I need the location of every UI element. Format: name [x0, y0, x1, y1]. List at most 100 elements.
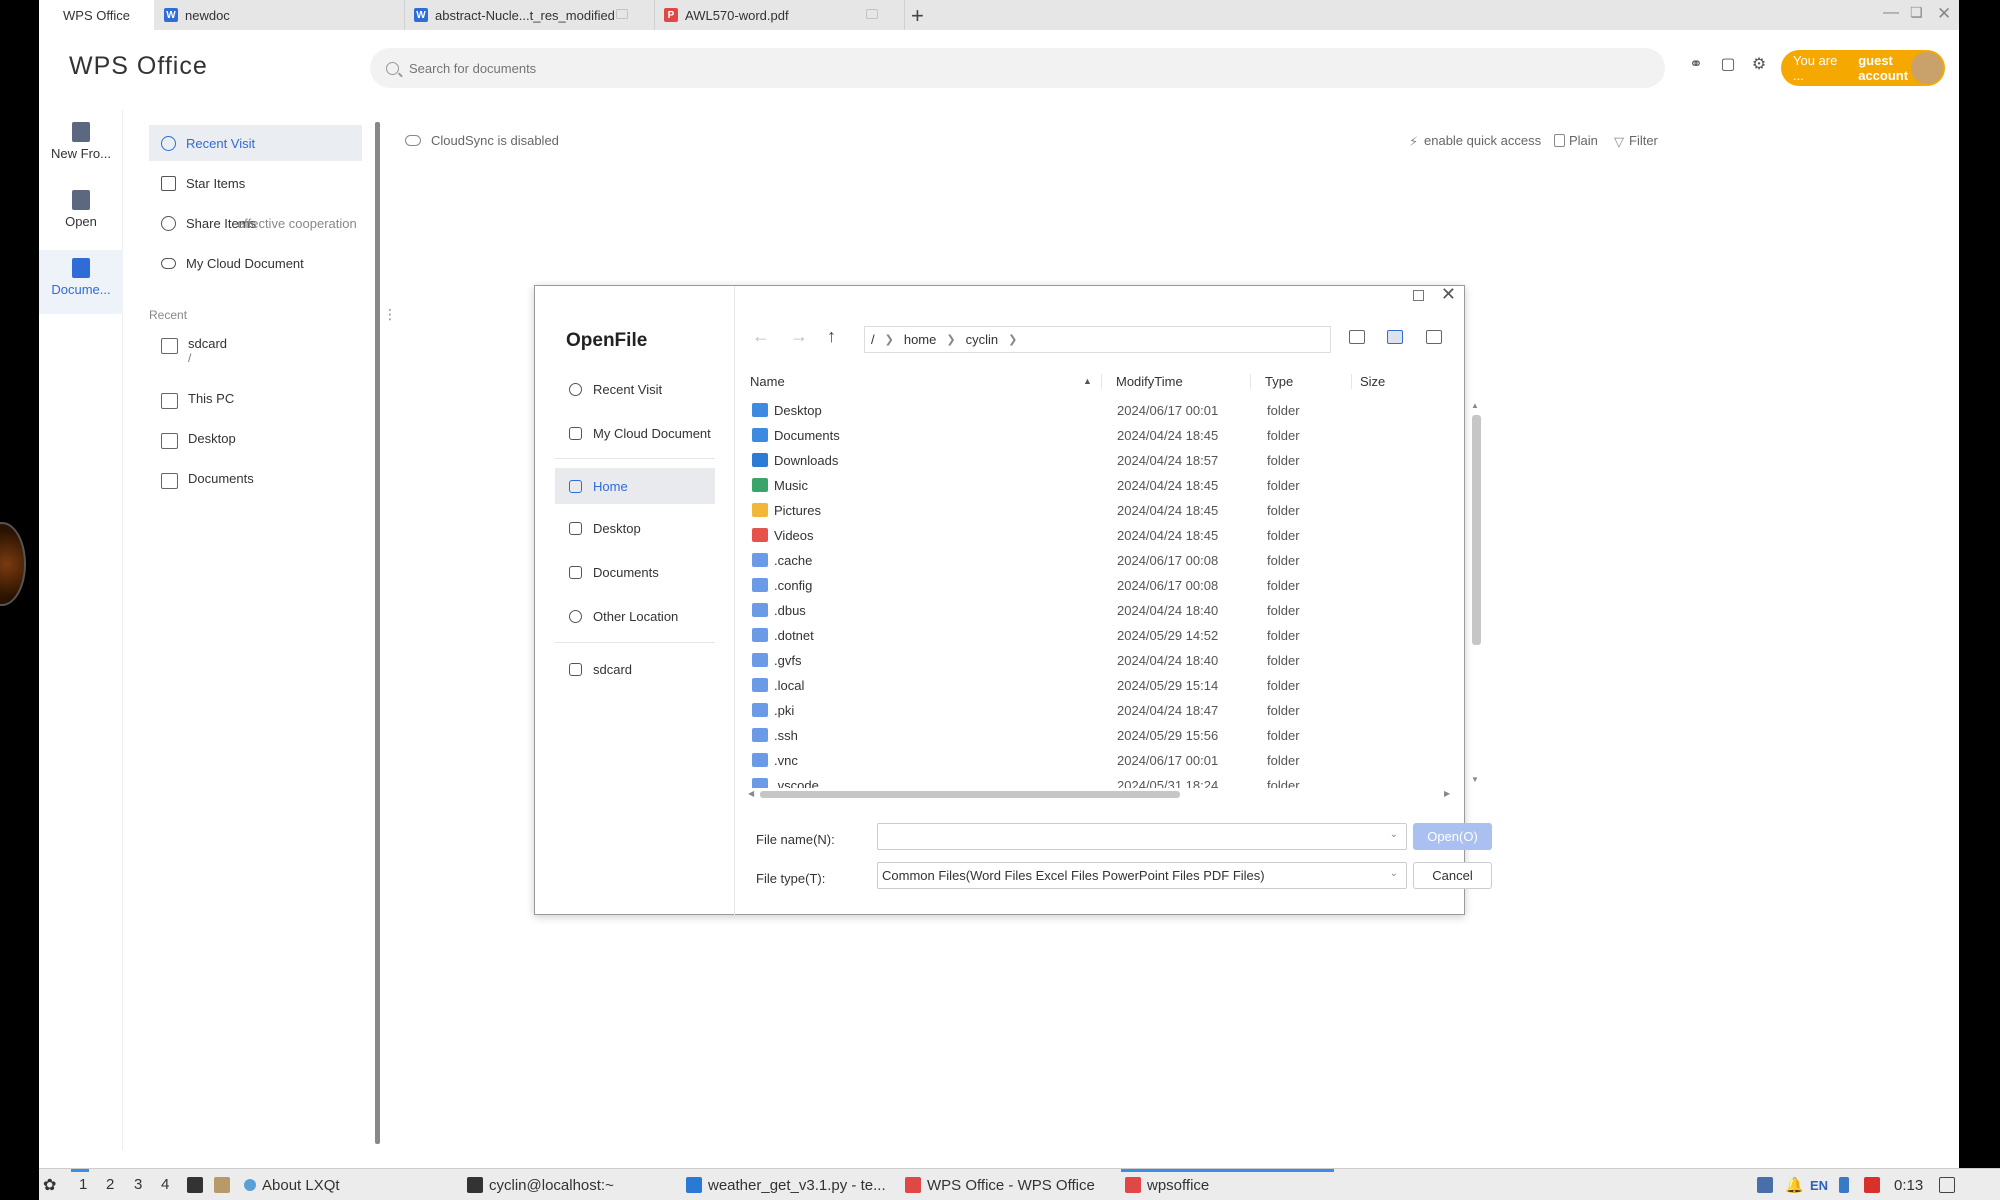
recent-documents[interactable]: Documents — [161, 471, 254, 489]
grid-view-icon[interactable] — [1426, 330, 1442, 344]
files-launcher-icon[interactable] — [214, 1169, 236, 1200]
workspace-2[interactable]: 2 — [106, 1169, 114, 1200]
path-segment[interactable]: home — [904, 332, 937, 347]
col-time[interactable]: ModifyTime — [1101, 374, 1249, 389]
task-wps-office[interactable]: WPS Office - WPS Office — [905, 1169, 1145, 1200]
list-view-icon[interactable] — [1387, 330, 1403, 344]
dlg-side-sdcard[interactable]: sdcard — [555, 651, 715, 687]
file-row[interactable]: .pki 2024/04/24 18:47 folder — [748, 698, 1438, 723]
col-type[interactable]: Type — [1250, 374, 1350, 389]
file-row[interactable]: .config 2024/06/17 00:08 folder — [748, 573, 1438, 598]
rail-documents[interactable]: Docume... — [39, 250, 123, 314]
recent-this-pc[interactable]: This PC — [161, 391, 234, 409]
notification-icon[interactable]: 🔔 — [1785, 1169, 1804, 1200]
tab-wps-office[interactable]: WPS Office — [39, 0, 154, 30]
col-size[interactable]: Size — [1351, 374, 1441, 389]
tab-abstract[interactable]: W abstract-Nucle...t_res_modified — [404, 0, 654, 30]
file-row[interactable]: .vscode 2024/05/31 18:24 folder — [748, 773, 1438, 788]
scroll-down-icon[interactable]: ▼ — [1471, 775, 1479, 784]
network-icon[interactable] — [1757, 1169, 1779, 1200]
new-folder-icon[interactable] — [1349, 330, 1365, 344]
task-about-lxqt[interactable]: About LXQt — [244, 1169, 494, 1200]
show-desktop-icon[interactable] — [1939, 1169, 1961, 1200]
terminal-launcher-icon[interactable] — [187, 1169, 209, 1200]
scroll-up-icon[interactable]: ▲ — [1471, 401, 1479, 410]
cancel-button[interactable]: Cancel — [1413, 862, 1492, 889]
usb-icon[interactable] — [1839, 1169, 1855, 1200]
open-button[interactable]: Open(O) — [1413, 823, 1492, 850]
col-name[interactable]: Name — [748, 374, 785, 389]
file-type-select[interactable]: Common Files(Word Files Excel Files Powe… — [877, 862, 1407, 889]
workspace-4[interactable]: 4 — [161, 1169, 169, 1200]
dlg-side-recent-visit[interactable]: Recent Visit — [555, 371, 715, 407]
recent-sdcard[interactable]: sdcard / — [161, 336, 227, 365]
avatar[interactable] — [1909, 50, 1945, 86]
file-row[interactable]: .dotnet 2024/05/29 14:52 folder — [748, 623, 1438, 648]
rail-open[interactable]: Open — [39, 190, 123, 246]
nav-share-items[interactable]: Share Items effective cooperation — [149, 205, 362, 241]
close-icon[interactable]: ✕ — [1441, 284, 1456, 305]
new-tab-button[interactable]: + — [911, 3, 924, 29]
chevron-down-icon[interactable]: ⌄ — [1390, 829, 1398, 840]
file-row[interactable]: Desktop 2024/06/17 00:01 folder — [748, 398, 1438, 423]
support-icon[interactable]: ⚭ — [1687, 56, 1705, 74]
nav-star-items[interactable]: Star Items — [149, 165, 362, 201]
file-row[interactable]: .ssh 2024/05/29 15:56 folder — [748, 723, 1438, 748]
keyboard-layout[interactable]: EN — [1810, 1169, 1828, 1200]
up-icon[interactable]: ↑ — [827, 326, 836, 347]
task-wpsoffice[interactable]: wpsoffice — [1125, 1169, 1325, 1200]
task-terminal[interactable]: cyclin@localhost:~ — [467, 1169, 707, 1200]
scroll-thumb[interactable] — [1472, 415, 1481, 645]
rail-new-from[interactable]: New Fro... — [39, 122, 123, 178]
file-row[interactable]: .cache 2024/06/17 00:08 folder — [748, 548, 1438, 573]
file-row[interactable]: Videos 2024/04/24 18:45 folder — [748, 523, 1438, 548]
scroll-left-icon[interactable]: ◀ — [748, 789, 754, 798]
tab-pdf[interactable]: P AWL570-word.pdf — [654, 0, 904, 30]
battery-alert-icon[interactable] — [1864, 1169, 1886, 1200]
close-icon[interactable]: ✕ — [1937, 4, 1951, 24]
file-row[interactable]: Downloads 2024/04/24 18:57 folder — [748, 448, 1438, 473]
plain-view-button[interactable]: Plain — [1554, 133, 1598, 148]
maximize-icon[interactable] — [1413, 290, 1424, 301]
file-row[interactable]: .gvfs 2024/04/24 18:40 folder — [748, 648, 1438, 673]
dlg-side-my-cloud[interactable]: My Cloud Document — [555, 415, 715, 451]
dlg-side-desktop[interactable]: Desktop — [555, 510, 715, 546]
scroll-thumb[interactable] — [760, 791, 1180, 798]
file-row[interactable]: .dbus 2024/04/24 18:40 folder — [748, 598, 1438, 623]
file-row[interactable]: .local 2024/05/29 15:14 folder — [748, 673, 1438, 698]
file-row[interactable]: .vnc 2024/06/17 00:01 folder — [748, 748, 1438, 773]
clock[interactable]: 0:13 — [1894, 1169, 1923, 1200]
nav-recent-visit[interactable]: Recent Visit — [149, 125, 362, 161]
tab-newdoc[interactable]: W newdoc — [154, 0, 404, 30]
nav-my-cloud[interactable]: My Cloud Document — [149, 245, 362, 281]
dlg-side-documents[interactable]: Documents — [555, 554, 715, 590]
panel-scrollbar[interactable] — [375, 122, 380, 1144]
dlg-side-home[interactable]: Home — [555, 468, 715, 504]
minimize-icon[interactable]: — — [1883, 4, 1899, 22]
task-vscode[interactable]: weather_get_v3.1.py - te... — [686, 1169, 926, 1200]
search-input[interactable] — [409, 60, 1009, 76]
back-icon[interactable]: ← — [752, 326, 770, 347]
more-icon[interactable]: ⋮ — [383, 306, 397, 323]
chevron-down-icon[interactable]: ⌄ — [1390, 868, 1398, 879]
file-row[interactable]: Music 2024/04/24 18:45 folder — [748, 473, 1438, 498]
skin-icon[interactable]: ▢ — [1719, 56, 1737, 74]
settings-icon[interactable]: ⚙ — [1750, 56, 1768, 74]
enable-quick-access-button[interactable]: ⚡ enable quick access — [1409, 133, 1541, 149]
recent-desktop[interactable]: Desktop — [161, 431, 236, 449]
workspace-3[interactable]: 3 — [134, 1169, 142, 1200]
workspace-1[interactable]: 1 — [79, 1169, 87, 1200]
path-segment[interactable]: / — [871, 332, 875, 347]
restore-icon[interactable]: ❏ — [1910, 4, 1923, 21]
path-segment[interactable]: cyclin — [966, 332, 999, 347]
file-row[interactable]: Pictures 2024/04/24 18:45 folder — [748, 498, 1438, 523]
file-name-input[interactable]: ⌄ — [877, 823, 1407, 850]
search-box[interactable] — [370, 48, 1665, 88]
forward-icon[interactable]: → — [790, 326, 808, 347]
start-menu-icon[interactable]: ✿ — [43, 1169, 56, 1200]
dlg-side-other-location[interactable]: Other Location — [555, 598, 715, 634]
file-list-vscroll[interactable]: ▲ ▼ — [1471, 401, 1481, 786]
path-bar[interactable]: / ❯ home ❯ cyclin ❯ — [864, 326, 1331, 353]
filter-button[interactable]: ▽ Filter — [1614, 133, 1658, 149]
file-list-hscroll[interactable]: ◀ ▶ — [748, 789, 1453, 799]
